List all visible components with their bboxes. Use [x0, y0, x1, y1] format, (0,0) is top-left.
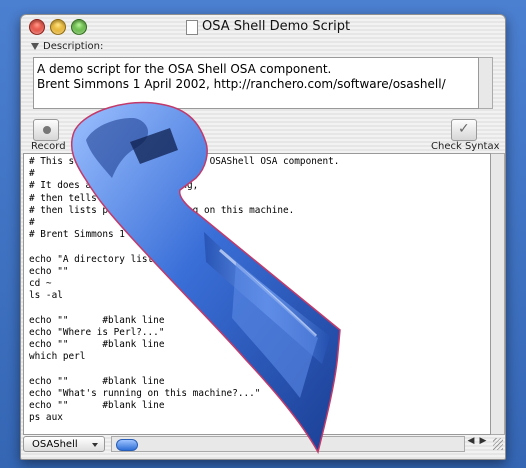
editor-horizontal-scrollbar[interactable]	[111, 436, 465, 452]
description-scrollbar[interactable]	[479, 57, 493, 109]
description-label: Description:	[43, 41, 104, 52]
record-icon	[43, 126, 51, 134]
script-code[interactable]: # This script is a demo for the OSAShell…	[24, 154, 490, 424]
close-button-icon[interactable]	[29, 19, 45, 35]
record-label: Record	[31, 141, 66, 152]
record-button[interactable]	[33, 119, 59, 141]
toolbar: Record ✓ Check Syntax	[21, 115, 505, 153]
description-field[interactable]: A demo script for the OSA Shell OSA comp…	[33, 57, 479, 109]
zoom-button-icon[interactable]	[71, 19, 87, 35]
script-editor[interactable]: # This script is a demo for the OSAShell…	[23, 153, 491, 435]
popup-arrow-icon	[92, 443, 98, 447]
language-popup[interactable]: OSAShell	[23, 436, 105, 452]
script-window: OSA Shell Demo Script Description: A dem…	[20, 14, 506, 460]
check-syntax-label: Check Syntax	[431, 141, 500, 152]
scroll-right-arrow-icon[interactable]: ▶	[477, 436, 489, 446]
document-icon	[186, 20, 198, 35]
window-title: OSA Shell Demo Script	[202, 19, 351, 34]
scroll-thumb[interactable]	[116, 439, 138, 451]
checkmark-icon: ✓	[458, 121, 470, 137]
scroll-left-arrow-icon[interactable]: ◀	[465, 436, 477, 446]
minimize-button-icon[interactable]	[50, 19, 66, 35]
resize-grip-icon[interactable]	[493, 438, 503, 450]
bottom-bar: OSAShell ◀ ▶	[23, 436, 503, 454]
description-toggle[interactable]: Description:	[31, 41, 103, 55]
title-bar[interactable]: OSA Shell Demo Script	[21, 15, 505, 39]
language-popup-value: OSAShell	[32, 439, 78, 450]
disclosure-triangle-icon[interactable]	[31, 42, 39, 50]
check-syntax-button[interactable]: ✓	[451, 119, 477, 141]
scroll-arrows[interactable]: ◀ ▶	[465, 436, 493, 452]
editor-vertical-scrollbar[interactable]	[491, 153, 505, 435]
